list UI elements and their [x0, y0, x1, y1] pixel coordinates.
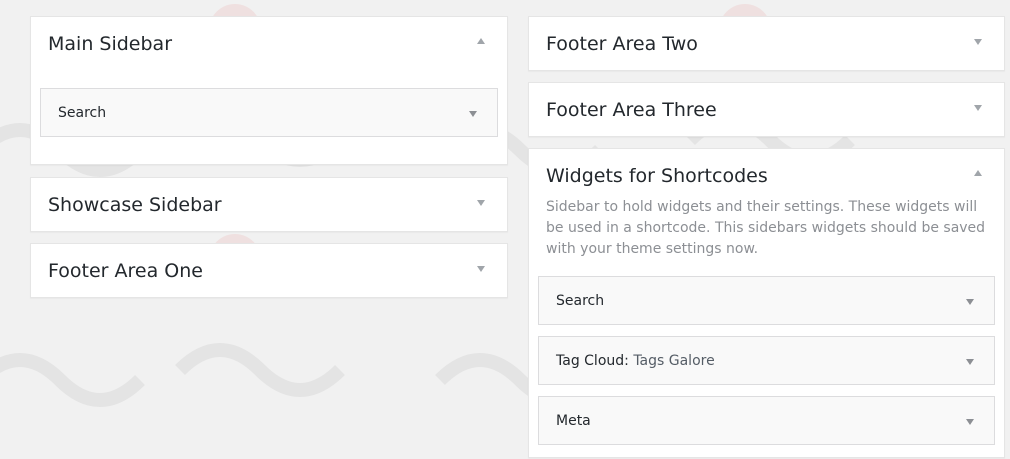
showcase-sidebar-header[interactable]: Showcase Sidebar: [31, 178, 507, 232]
expand-arrow-icon[interactable]: [477, 266, 485, 272]
expand-arrow-icon[interactable]: [469, 111, 477, 117]
showcase-sidebar-panel[interactable]: Showcase Sidebar: [30, 177, 508, 232]
footer-area-one-header[interactable]: Footer Area One: [31, 244, 507, 298]
expand-arrow-icon[interactable]: [966, 419, 974, 425]
shortcodes-widget-meta[interactable]: Meta: [538, 396, 995, 445]
main-sidebar-title: Main Sidebar: [48, 33, 173, 55]
expand-arrow-icon[interactable]: [966, 299, 974, 305]
shortcodes-widget-tag-cloud[interactable]: Tag Cloud: Tags Galore: [538, 336, 995, 385]
main-sidebar-widget-search[interactable]: Search: [40, 88, 498, 137]
widgets-for-shortcodes-header[interactable]: Widgets for Shortcodes: [529, 149, 1004, 203]
widget-title: Tag Cloud: Tags Galore: [556, 352, 715, 370]
widgets-for-shortcodes-panel: Widgets for Shortcodes Sidebar to hold w…: [528, 148, 1005, 458]
shortcodes-widget-search[interactable]: Search: [538, 276, 995, 325]
expand-arrow-icon[interactable]: [974, 105, 982, 111]
title-separator: :: [624, 353, 634, 369]
widget-title: Meta: [556, 413, 591, 429]
widget-title: Search: [556, 293, 605, 309]
expand-arrow-icon[interactable]: [477, 200, 485, 206]
widgets-for-shortcodes-title: Widgets for Shortcodes: [546, 165, 768, 187]
left-sidebar-column: Main Sidebar Search Showcase Sidebar Foo…: [30, 16, 508, 298]
expand-arrow-icon[interactable]: [974, 39, 982, 45]
footer-area-two-title: Footer Area Two: [546, 33, 698, 55]
footer-area-three-header[interactable]: Footer Area Three: [529, 83, 1004, 137]
widget-title: Search: [58, 105, 107, 121]
showcase-sidebar-title: Showcase Sidebar: [48, 194, 222, 216]
footer-area-one-panel[interactable]: Footer Area One: [30, 243, 508, 298]
collapse-arrow-icon[interactable]: [477, 38, 485, 44]
widget-name: Tag Cloud: [556, 353, 625, 369]
footer-area-two-header[interactable]: Footer Area Two: [529, 17, 1004, 71]
footer-area-one-title: Footer Area One: [48, 260, 203, 282]
main-sidebar-header[interactable]: Main Sidebar: [31, 17, 507, 71]
collapse-arrow-icon[interactable]: [974, 170, 982, 176]
main-sidebar-panel: Main Sidebar Search: [30, 16, 508, 165]
footer-area-three-title: Footer Area Three: [546, 99, 717, 121]
sidebar-description: Sidebar to hold widgets and their settin…: [546, 199, 986, 257]
right-sidebar-column: Footer Area Two Footer Area Three Widget…: [528, 16, 1005, 458]
widget-instance-title: Tags Galore: [633, 353, 715, 369]
expand-arrow-icon[interactable]: [966, 359, 974, 365]
footer-area-three-panel[interactable]: Footer Area Three: [528, 82, 1005, 137]
footer-area-two-panel[interactable]: Footer Area Two: [528, 16, 1005, 71]
